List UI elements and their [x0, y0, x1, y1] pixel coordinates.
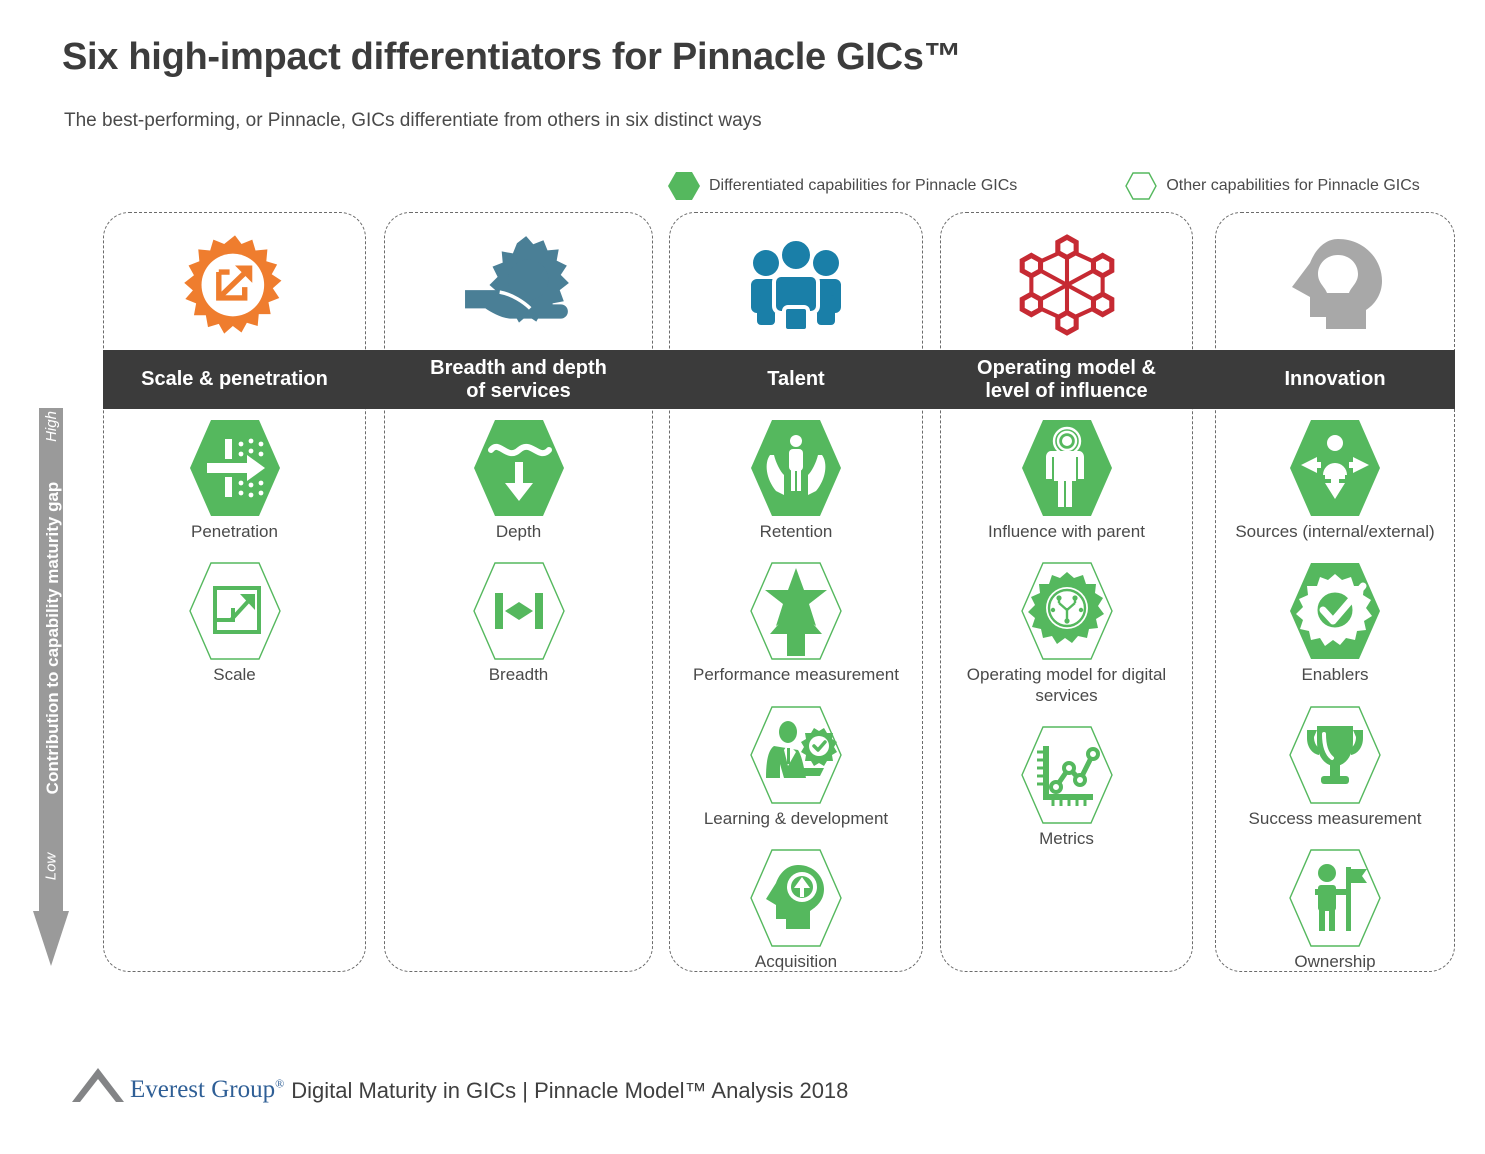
capability-stack-talent: Retention Performance measurement Learni… — [669, 417, 923, 973]
capability-learning-development: Learning & development — [669, 704, 923, 829]
capability-label: Performance measurement — [693, 665, 899, 685]
capability-label: Ownership — [1294, 952, 1376, 972]
growth-chart-icon — [187, 560, 283, 662]
line-chart-icon — [1019, 724, 1115, 826]
capability-sources: Sources (internal/external) — [1215, 417, 1455, 542]
legend-label-differentiated: Differentiated capabilities for Pinnacle… — [709, 177, 1018, 194]
legend-item-other: Other capabilities for Pinnacle GICs — [1125, 172, 1420, 200]
capability-enablers: Enablers — [1215, 560, 1455, 685]
legend-item-differentiated: Differentiated capabilities for Pinnacle… — [668, 172, 1017, 200]
capability-penetration: Penetration — [103, 417, 366, 542]
capability-label: Learning & development — [703, 808, 889, 828]
footer-caption: Digital Maturity in GICs | Pinnacle Mode… — [291, 1078, 849, 1103]
capability-scale: Scale — [103, 560, 366, 685]
person-flag-icon — [1287, 847, 1383, 949]
footer: Everest Group® Digital Maturity in GICs … — [70, 1062, 848, 1104]
people-group-icon — [670, 225, 922, 345]
maturity-gap-axis: High Contribution to capability maturity… — [33, 408, 69, 968]
capability-label: Operating model for digital services — [966, 665, 1167, 705]
capability-label: Success measurement — [1248, 808, 1422, 828]
capability-label: Scale — [213, 665, 256, 685]
category-header-operating-model: Operating model & level of influence — [977, 356, 1156, 402]
gear-circuit-icon — [1019, 560, 1115, 662]
infographic-page: Six high-impact differentiators for Pinn… — [0, 0, 1485, 1154]
hands-holding-person-icon — [748, 417, 844, 519]
capability-stack-innovation: Sources (internal/external) Enablers Suc… — [1215, 417, 1455, 973]
capability-label: Sources (internal/external) — [1235, 522, 1435, 541]
capability-stack-scale-penetration: Penetration Scale — [103, 417, 366, 686]
capability-acquisition: Acquisition — [669, 847, 923, 972]
capability-label: Penetration — [191, 522, 278, 541]
capability-retention: Retention — [669, 417, 923, 542]
capability-label: Acquisition — [754, 952, 838, 972]
horizontal-span-arrow-icon — [471, 560, 567, 662]
gear-expand-icon — [104, 225, 365, 345]
arrow-through-barrier-icon — [187, 417, 283, 519]
capability-ownership: Ownership — [1215, 847, 1455, 972]
everest-group-logo-text: Everest Group® — [130, 1076, 285, 1103]
gear-check-icon — [1287, 560, 1383, 662]
axis-low-label: Low — [42, 852, 60, 881]
page-title: Six high-impact differentiators for Pinn… — [62, 36, 962, 78]
category-header-innovation: Innovation — [1284, 368, 1386, 390]
outlined-hexagon-icon — [1125, 172, 1158, 200]
wave-down-arrow-icon — [471, 417, 567, 519]
legend-label-other: Other capabilities for Pinnacle GICs — [1166, 177, 1420, 194]
capability-label: Depth — [495, 522, 542, 541]
filled-hexagon-icon — [668, 172, 700, 200]
capability-success-measurement: Success measurement — [1215, 704, 1455, 829]
capability-performance-measurement: Performance measurement — [669, 560, 923, 685]
capability-operating-model-digital: Operating model for digital services — [940, 560, 1193, 706]
person-signal-icon — [1019, 417, 1115, 519]
everest-peak-logo-icon — [70, 1062, 128, 1104]
capability-label: Breadth — [488, 665, 549, 685]
category-header-scale-penetration: Scale & penetration — [141, 368, 328, 390]
capability-metrics: Metrics — [940, 724, 1193, 849]
capability-influence-with-parent: Influence with parent — [940, 417, 1193, 542]
head-up-arrow-icon — [748, 847, 844, 949]
hand-holding-gear-icon — [385, 225, 652, 345]
axis-arrowhead-icon — [33, 911, 69, 966]
capability-label: Retention — [759, 522, 833, 541]
capability-breadth: Breadth — [384, 560, 653, 685]
capability-label: Metrics — [1039, 829, 1094, 849]
capability-label: Influence with parent — [988, 522, 1145, 541]
trophy-icon — [1287, 704, 1383, 806]
person-gear-check-icon — [748, 704, 844, 806]
capability-depth: Depth — [384, 417, 653, 542]
axis-main-label: Contribution to capability maturity gap — [43, 481, 62, 795]
head-lightbulb-icon — [1216, 225, 1454, 345]
capability-label: Enablers — [1301, 665, 1369, 685]
category-header-breadth-depth: Breadth and depth of services — [430, 356, 607, 402]
legend: Differentiated capabilities for Pinnacle… — [668, 172, 1420, 200]
person-four-arrows-icon — [1287, 417, 1383, 519]
hexagon-network-icon — [941, 225, 1192, 345]
capability-stack-breadth-depth: Depth Breadth — [384, 417, 653, 686]
star-up-arrow-icon — [748, 560, 844, 662]
page-subtitle: The best-performing, or Pinnacle, GICs d… — [64, 110, 762, 131]
category-header-talent: Talent — [767, 368, 825, 390]
category-header-band: Scale & penetration Breadth and depth of … — [103, 350, 1455, 409]
capability-stack-operating-model: Influence with parent Operating model fo… — [940, 417, 1193, 850]
